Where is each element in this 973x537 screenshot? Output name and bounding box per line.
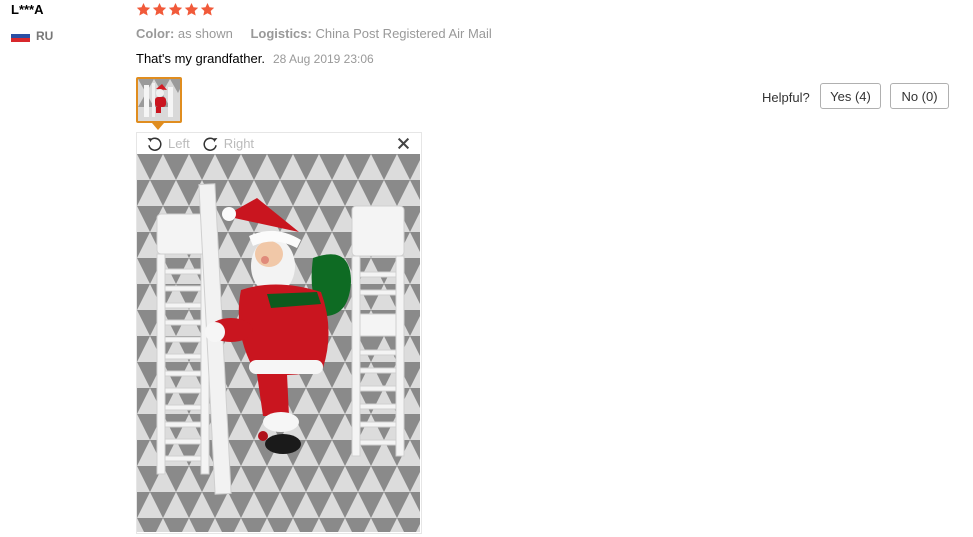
color-value: as shown [177, 26, 233, 41]
review-photo [137, 154, 420, 532]
helpful-yes-button[interactable]: Yes (4) [820, 83, 881, 109]
thumbnail-image [138, 79, 180, 121]
thumbnail-selected-indicator [152, 123, 164, 130]
star-icon [200, 2, 215, 16]
country-code: RU [36, 29, 54, 43]
star-rating [136, 2, 215, 17]
photo-viewer-toolbar: Left Right [146, 135, 266, 152]
feedback-text: That's my grandfather. [136, 51, 265, 66]
photo-thumbnail[interactable] [136, 77, 182, 123]
color-label: Color: [136, 26, 175, 41]
logistics-value: China Post Registered Air Mail [315, 26, 492, 41]
russia-flag-icon [11, 30, 30, 42]
star-icon [152, 2, 167, 16]
reviewer-country: RU [11, 28, 53, 44]
review-feedback: That's my grandfather. 28 Aug 2019 23:06 [136, 51, 374, 66]
helpful-no-button[interactable]: No (0) [890, 83, 949, 109]
star-icon [136, 2, 151, 16]
rotate-left-icon[interactable] [146, 135, 163, 152]
rotate-left-button[interactable]: Left [168, 136, 190, 151]
reviewer-name: L***A [11, 2, 44, 17]
review-date: 28 Aug 2019 23:06 [272, 52, 374, 66]
star-icon [168, 2, 183, 16]
logistics-label: Logistics: [250, 26, 312, 41]
close-icon[interactable] [397, 137, 410, 150]
rotate-right-icon[interactable] [202, 135, 219, 152]
order-info: Color: as shown Logistics: China Post Re… [136, 26, 492, 41]
star-icon [184, 2, 199, 16]
helpful-label: Helpful? [762, 90, 810, 105]
rotate-right-button[interactable]: Right [224, 136, 254, 151]
